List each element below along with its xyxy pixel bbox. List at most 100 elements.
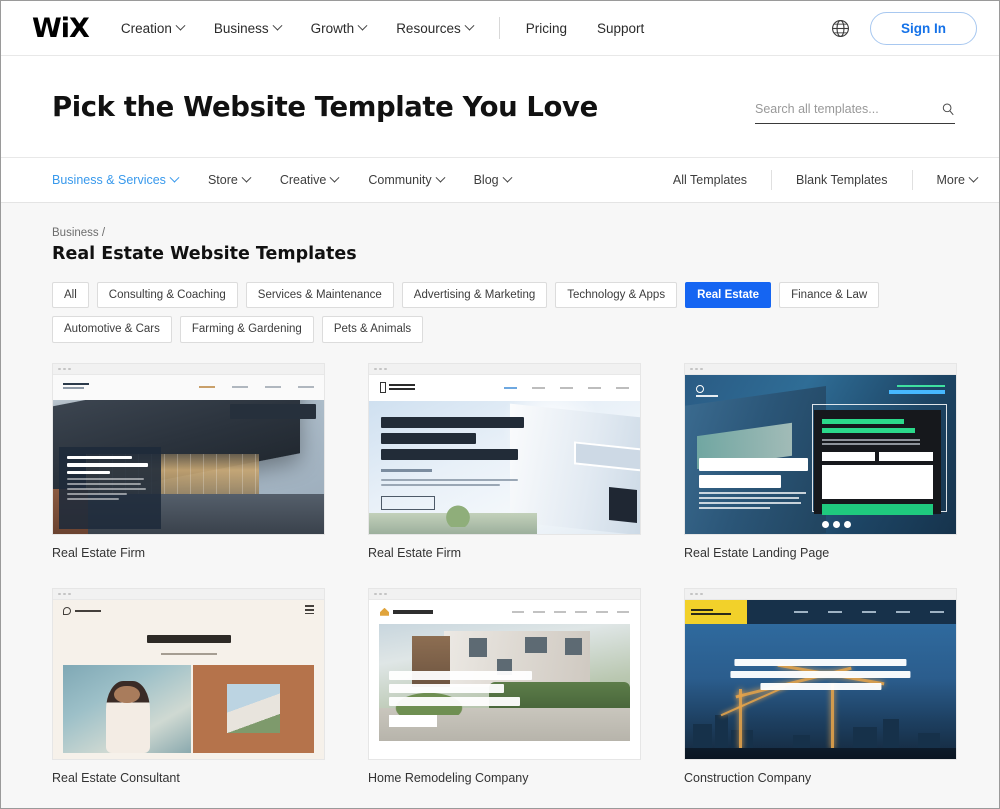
category-navigation-right: All Templates Blank Templates More [673,170,979,190]
category-tab-all-templates-label: All Templates [672,173,748,187]
template-card[interactable]: Home Remodeling Company [368,587,641,785]
chevron-down-icon [169,172,180,183]
template-card[interactable]: Construction Company [684,587,957,785]
chevron-down-icon [464,20,475,31]
category-tab-community-label: Community [368,173,432,187]
category-tab-store[interactable]: Store [207,172,252,187]
browser-dot-icon [379,592,382,595]
chevron-down-icon [357,20,368,31]
nav-item-business-label: Business [213,20,269,36]
thumbnail-browser-bar [685,588,956,600]
template-thumbnail[interactable] [684,362,957,535]
filter-chip-list: All Consulting & Coaching Services & Mai… [52,282,952,343]
search-icon[interactable] [941,102,955,116]
nav-item-business[interactable]: Business [213,20,283,36]
nav-item-creation-label: Creation [120,20,172,36]
browser-dot-icon [379,367,382,370]
filter-chip-technology-apps[interactable]: Technology & Apps [555,282,678,309]
filter-chip-advertising-marketing[interactable]: Advertising & Marketing [401,282,548,309]
template-card-label: Real Estate Consultant [52,770,180,785]
top-navigation-bar: WiX Creation Business Growth Resources P… [1,1,999,56]
category-tab-more-label: More [936,173,965,187]
category-tab-store-label: Store [207,173,238,187]
thumbnail-browser-bar [53,588,324,600]
content-area: Business / Real Estate Website Templates… [1,203,999,808]
filter-chip-finance-law[interactable]: Finance & Law [779,282,880,309]
nav-item-pricing[interactable]: Pricing [526,21,567,36]
top-navigation-right: Sign In [831,11,977,45]
category-tab-all-templates[interactable]: All Templates [673,173,747,187]
template-thumbnail[interactable] [368,362,641,535]
template-thumbnail[interactable] [368,587,641,760]
wix-logo[interactable]: WiX [32,15,90,42]
template-card-label: Real Estate Firm [52,545,146,560]
filter-chip-real-estate[interactable]: Real Estate [685,282,772,309]
search-box[interactable] [755,101,955,124]
category-tab-blog-label: Blog [473,173,499,187]
page-title: Pick the Website Template You Love [52,90,598,123]
template-card[interactable]: Real Estate Firm [368,362,641,560]
nav-item-resources[interactable]: Resources [396,20,475,36]
page-title-band: Pick the Website Template You Love [1,56,999,158]
filter-chip-farming-gardening[interactable]: Farming & Gardening [179,316,314,343]
template-thumbnail[interactable] [52,362,325,535]
template-preview-image [685,599,956,759]
template-card[interactable]: Real Estate Landing Page [684,362,957,560]
browser-dot-icon [700,367,703,370]
browser-dot-icon [374,367,377,370]
sign-in-button[interactable]: Sign In [870,11,977,45]
chevron-down-icon [272,20,283,31]
nav-divider [498,17,500,39]
category-navigation-bar: Business & Services Store Creative Commu… [1,158,999,203]
nav-item-growth[interactable]: Growth [311,20,368,36]
filter-chip-pets-animals[interactable]: Pets & Animals [321,316,424,343]
browser-dot-icon [68,592,71,595]
category-tab-more[interactable]: More [936,172,979,187]
filter-chip-all[interactable]: All [52,282,89,309]
chevron-down-icon [329,172,340,183]
category-divider [771,170,773,190]
filter-chip-automotive-cars[interactable]: Automotive & Cars [52,316,172,343]
nav-item-support-label: Support [596,20,645,36]
browser-dot-icon [690,367,693,370]
browser-dot-icon [384,592,387,595]
template-card-label: Real Estate Firm [368,545,462,560]
category-tab-blog[interactable]: Blog [473,172,513,187]
filter-chip-consulting-coaching[interactable]: Consulting & Coaching [96,282,238,309]
template-card-label: Real Estate Landing Page [684,545,830,560]
browser-dot-icon [695,592,698,595]
category-tab-creative[interactable]: Creative [279,172,340,187]
category-tab-community[interactable]: Community [368,172,446,187]
browser-dot-icon [695,367,698,370]
nav-item-creation[interactable]: Creation [120,20,186,36]
category-divider [911,170,913,190]
chevron-down-icon [968,172,979,183]
thumbnail-browser-bar [369,363,640,375]
category-tab-business-services[interactable]: Business & Services [52,172,180,187]
category-tab-blank-templates-label: Blank Templates [796,173,888,187]
category-tab-business-services-label: Business & Services [52,173,166,187]
breadcrumb[interactable]: Business / [52,227,955,239]
browser-dot-icon [63,592,66,595]
template-card[interactable]: Real Estate Consultant [52,587,325,785]
nav-item-pricing-label: Pricing [525,20,567,36]
browser-dot-icon [63,367,66,370]
nav-item-support[interactable]: Support [597,21,644,36]
category-tab-blank-templates[interactable]: Blank Templates [796,173,888,187]
chevron-down-icon [435,172,446,183]
template-card[interactable]: Real Estate Firm [52,362,325,560]
filter-chip-services-maintenance[interactable]: Services & Maintenance [245,282,394,309]
search-input[interactable] [755,101,941,116]
template-thumbnail[interactable] [52,587,325,760]
template-card-label: Home Remodeling Company [368,770,529,785]
globe-icon[interactable] [831,19,850,38]
browser-dot-icon [68,367,71,370]
browser-window: WiX Creation Business Growth Resources P… [0,0,1000,809]
browser-dot-icon [700,592,703,595]
category-tab-creative-label: Creative [279,173,327,187]
chevron-down-icon [241,172,252,183]
template-preview-image [53,599,324,759]
template-thumbnail[interactable] [684,587,957,760]
browser-dot-icon [384,367,387,370]
nav-item-resources-label: Resources [396,20,461,36]
